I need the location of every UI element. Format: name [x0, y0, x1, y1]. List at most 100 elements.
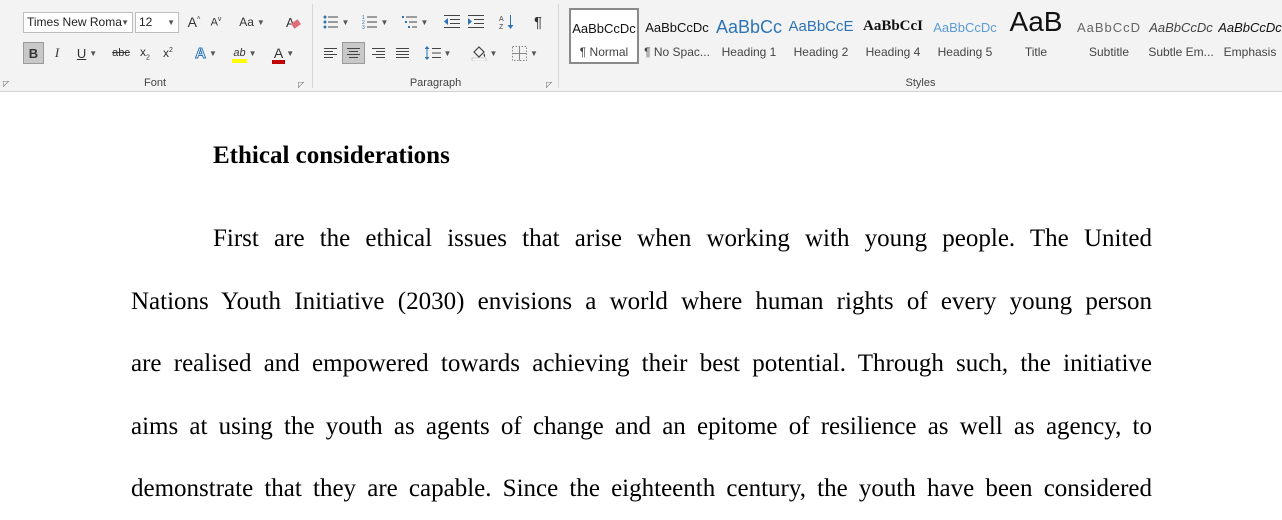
increase-indent-button[interactable] [465, 11, 487, 33]
superscript-label: x2 [163, 46, 173, 60]
style-emphasis[interactable]: AaBbCcDc Emphasis [1218, 8, 1282, 64]
italic-label: I [54, 45, 60, 60]
shrink-font-button[interactable]: Av [206, 11, 226, 33]
style-sample: AaBbCcDc [933, 20, 997, 35]
style-subtle-emphasis[interactable]: AaBbCcDc Subtle Em... [1146, 8, 1216, 64]
styles-group-label: Styles [905, 77, 936, 89]
align-right-button[interactable] [367, 42, 389, 64]
justify-icon [395, 48, 409, 58]
font-size-value: 12 [139, 15, 153, 29]
style-sample: AaBbCcE [788, 18, 854, 35]
shrink-font-icon: Av [210, 15, 222, 29]
svg-text:Z: Z [499, 24, 504, 30]
paragraph-group-label: Paragraph [409, 77, 462, 89]
style-name: ¶ Normal [579, 45, 629, 59]
clear-formatting-button[interactable]: A [282, 11, 304, 33]
style-heading-1[interactable]: AaBbCc Heading 1 [714, 8, 784, 64]
paint-bucket-icon [471, 46, 486, 61]
chevron-down-icon: ▼ [489, 48, 498, 58]
text-effects-button[interactable]: A ▼ [190, 42, 222, 64]
multilevel-list-button[interactable]: ▼ [397, 11, 433, 33]
bullets-button[interactable]: ▼ [319, 11, 353, 33]
change-case-button[interactable]: Aa ▼ [236, 11, 268, 33]
chevron-down-icon: ▼ [286, 48, 295, 58]
chevron-down-icon: ▼ [341, 17, 350, 27]
style-heading-4[interactable]: AaBbCcI Heading 4 [858, 8, 928, 64]
numbering-icon: 1 2 3 [362, 15, 377, 29]
numbering-button[interactable]: 1 2 3 ▼ [357, 11, 393, 33]
document-page[interactable]: Ethical considerations First are the eth… [0, 93, 1282, 520]
borders-icon [512, 45, 528, 61]
style-sample: AaB [1009, 8, 1063, 37]
svg-text:3: 3 [362, 25, 365, 29]
decrease-indent-button[interactable] [441, 11, 463, 33]
shading-button[interactable]: ▼ [467, 42, 501, 64]
change-case-label: Aa [239, 15, 254, 29]
italic-button[interactable]: I [47, 42, 67, 64]
style-name: Heading 4 [865, 45, 921, 59]
align-left-icon [323, 48, 337, 58]
style-no-spacing[interactable]: AaBbCcDc ¶ No Spac... [642, 8, 712, 64]
strikethrough-label: abc [112, 47, 130, 59]
style-subtitle[interactable]: AaBbCcD Subtitle [1074, 8, 1144, 64]
clear-formatting-icon: A [286, 15, 301, 30]
bullets-icon [323, 15, 338, 29]
justify-button[interactable] [391, 42, 413, 64]
chevron-down-icon: ▼ [167, 18, 175, 27]
clipboard-dialog-launcher-icon[interactable]: ◸ [3, 80, 11, 88]
sort-icon: A Z [499, 15, 514, 30]
strikethrough-button[interactable]: abc [108, 42, 134, 64]
font-group-label: Font [143, 77, 166, 89]
superscript-button[interactable]: x2 [158, 42, 178, 64]
style-name: Heading 5 [937, 45, 993, 59]
ribbon: Times New Roma ▼ 12 ▼ A^ Av Aa ▼ A B I U… [0, 0, 1282, 92]
font-dialog-launcher-icon[interactable]: ◸ [298, 81, 306, 89]
style-sample: AaBbCcDc [1218, 20, 1282, 35]
style-sample: AaBbCcI [862, 18, 923, 34]
chevron-down-icon: ▼ [443, 48, 452, 58]
line-spacing-icon [424, 46, 441, 60]
grow-font-button[interactable]: A^ [184, 11, 204, 33]
document-heading: Ethical considerations [213, 142, 450, 169]
highlight-button[interactable]: ab ▼ [227, 42, 263, 64]
line-spacing-button[interactable]: ▼ [421, 42, 455, 64]
style-name: Subtle Em... [1148, 45, 1214, 59]
chevron-down-icon: ▼ [380, 17, 389, 27]
borders-button[interactable]: ▼ [507, 42, 543, 64]
font-name-combo[interactable]: Times New Roma ▼ [23, 12, 133, 33]
highlight-icon: ab [232, 47, 247, 63]
style-normal[interactable]: AaBbCcDc ¶ Normal [569, 8, 639, 64]
style-name: Emphasis [1223, 45, 1277, 59]
style-sample: AaBbCcD [1076, 20, 1142, 35]
bold-button[interactable]: B [23, 42, 44, 64]
chevron-down-icon: ▼ [121, 18, 129, 27]
sort-button[interactable]: A Z [496, 11, 518, 33]
subscript-label: x2 [140, 44, 150, 62]
font-color-button[interactable]: A ▼ [266, 42, 302, 64]
underline-label: U [76, 45, 87, 61]
style-heading-2[interactable]: AaBbCcE Heading 2 [786, 8, 856, 64]
paragraph-line: First are the ethical issues that arise … [213, 225, 1152, 252]
underline-button[interactable]: U ▼ [70, 42, 104, 64]
show-formatting-marks-button[interactable]: ¶ [527, 11, 549, 33]
align-center-button[interactable] [342, 42, 365, 64]
style-name: Heading 1 [721, 45, 777, 59]
font-size-combo[interactable]: 12 ▼ [135, 12, 179, 33]
chevron-down-icon: ▼ [420, 17, 429, 27]
font-group: Times New Roma ▼ 12 ▼ A^ Av Aa ▼ A B I U… [0, 0, 310, 92]
style-name: ¶ No Spac... [644, 45, 710, 59]
style-sample: AaBbCcDc [1149, 20, 1213, 35]
style-heading-5[interactable]: AaBbCcDc Heading 5 [930, 8, 1000, 64]
style-title[interactable]: AaB Title [1001, 8, 1071, 64]
styles-group: AaBbCcDc ¶ Normal AaBbCcDc ¶ No Spac... … [559, 0, 1282, 92]
align-right-icon [371, 48, 385, 58]
align-left-button[interactable] [319, 42, 341, 64]
paragraph-line: Nations Youth Initiative (2030) envision… [131, 288, 1152, 315]
font-color-icon: A [271, 45, 286, 64]
multilevel-list-icon [401, 16, 417, 28]
chevron-down-icon: ▼ [208, 48, 217, 58]
paragraph-dialog-launcher-icon[interactable]: ◸ [546, 81, 554, 89]
paragraph-line: demonstrate that they are capable. Since… [131, 475, 1152, 502]
font-name-value: Times New Roma [27, 15, 122, 29]
subscript-button[interactable]: x2 [135, 42, 155, 64]
